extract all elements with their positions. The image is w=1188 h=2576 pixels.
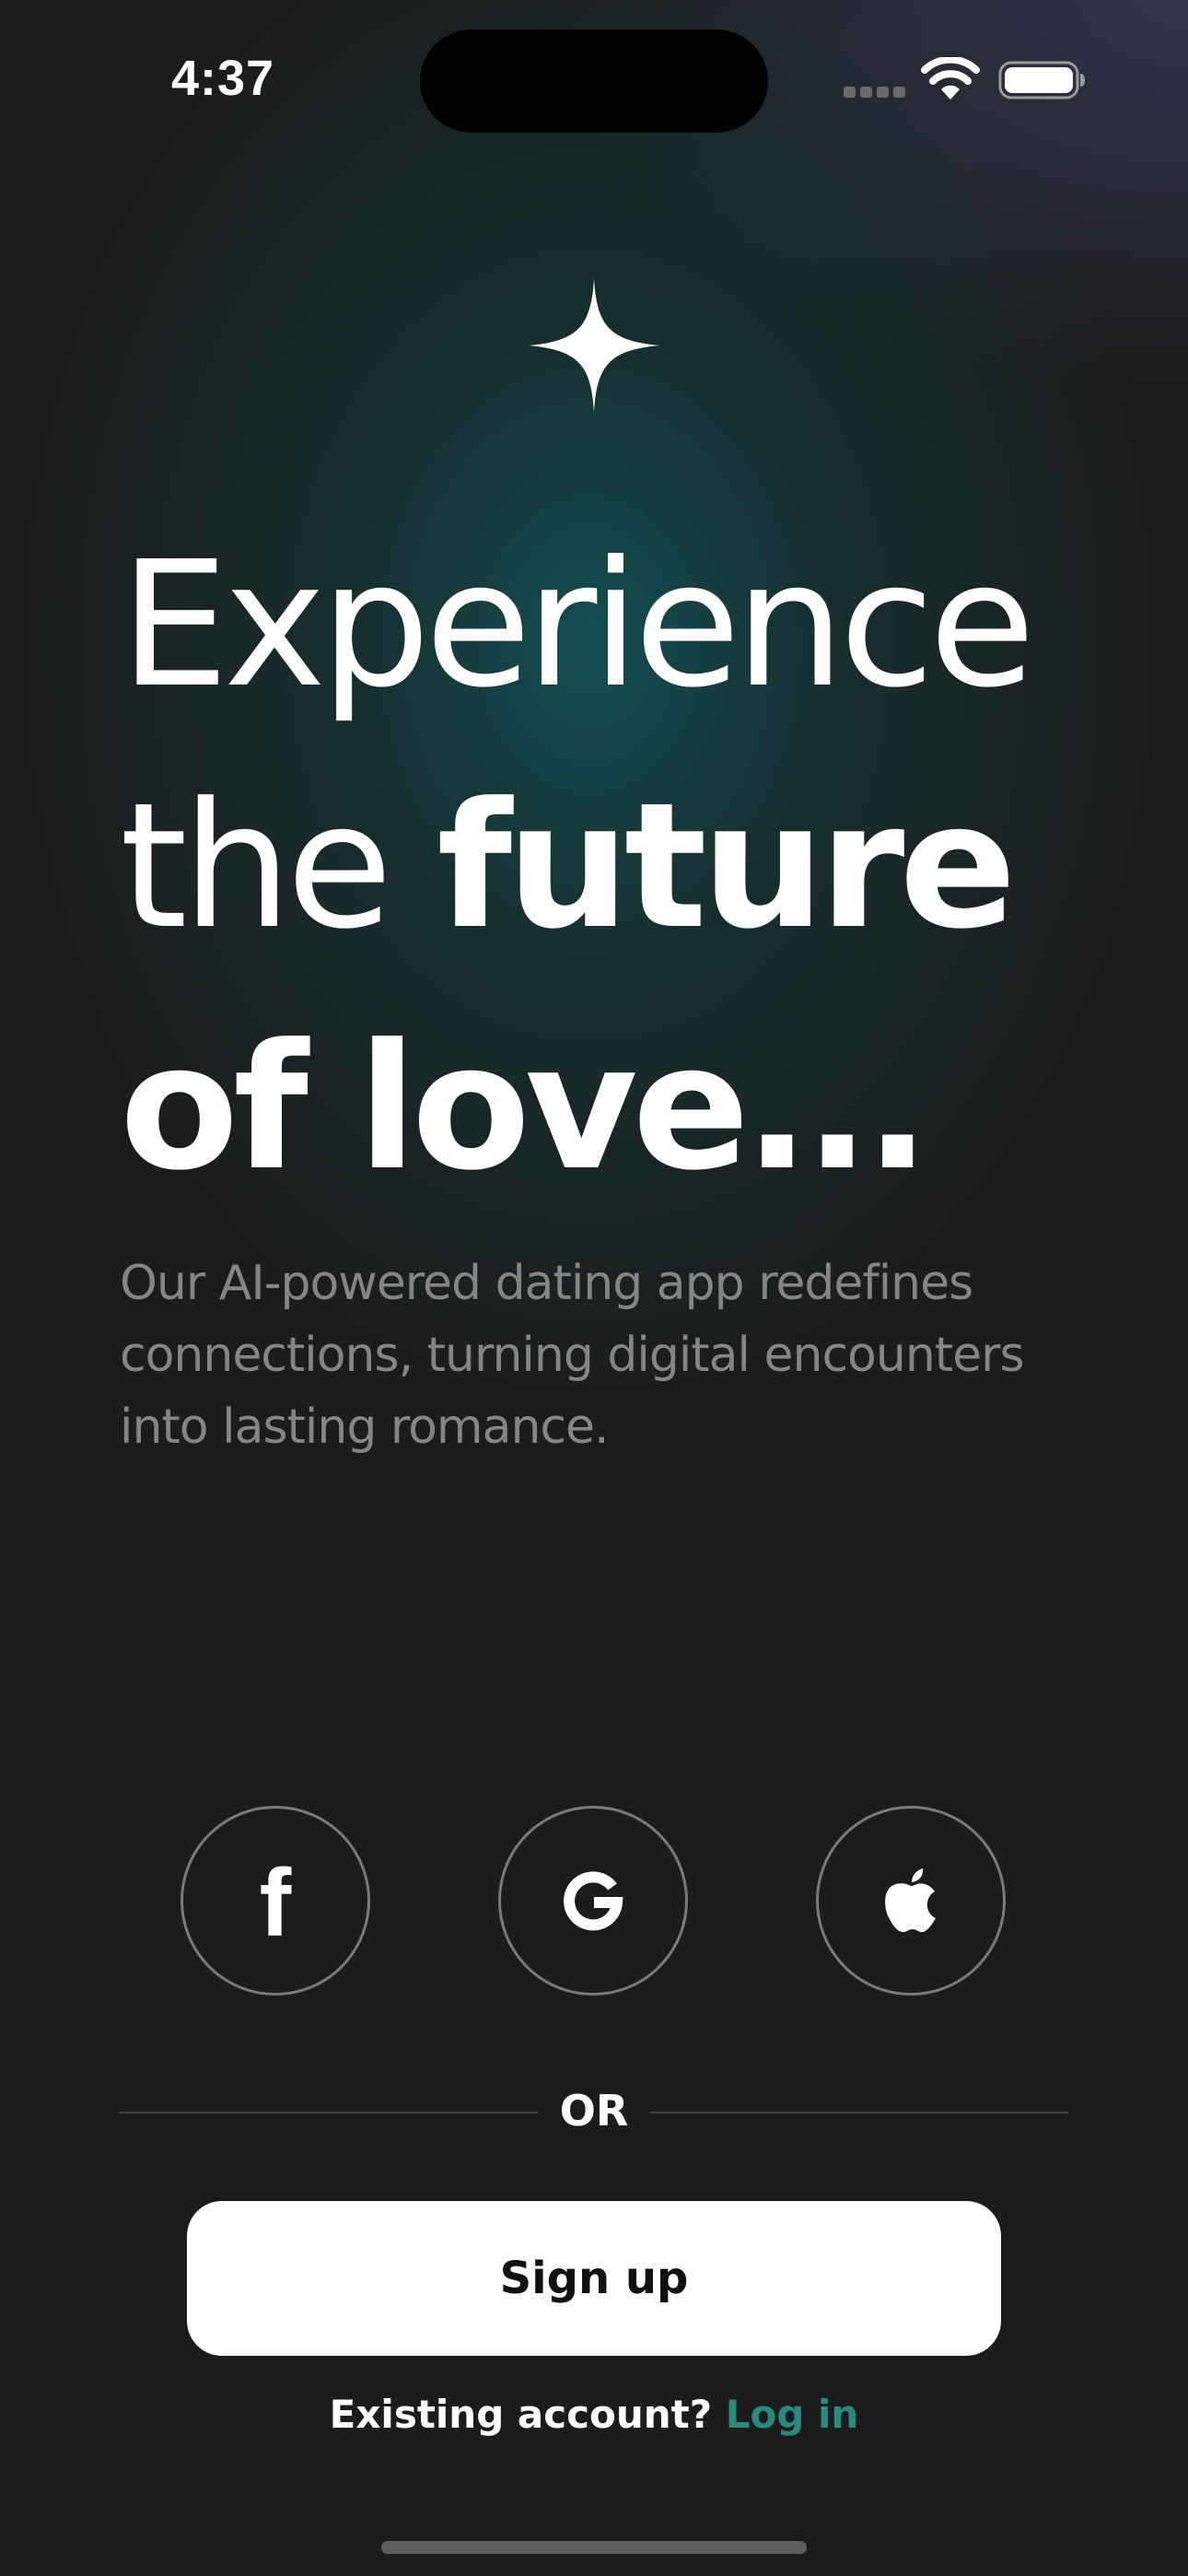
headline-line-3: of love... [120,1007,930,1209]
headline-line-2-bold: future [437,766,1017,967]
log-in-link[interactable]: Log in [726,2392,859,2437]
headline-line-2-light: the [120,766,437,967]
apple-icon [885,1868,936,1933]
battery-icon [998,61,1085,100]
wifi-icon [921,57,980,100]
status-time: 4:37 [171,51,275,106]
subtitle: Our AI-powered dating app redefines conn… [120,1256,1025,1455]
login-prompt: Existing account? Log in [0,2392,1188,2437]
divider-line-left [120,2112,538,2113]
headline-line-1: Experience [120,524,1035,726]
headline: Experience the future of love... [120,505,1133,1229]
sparkle-icon [529,278,659,413]
sign-up-label: Sign up [499,2253,689,2304]
apple-login-button[interactable] [816,1806,1006,1996]
divider-label: OR [559,2086,629,2136]
headline-line-2: the future [120,746,1133,988]
home-indicator[interactable] [381,2541,807,2554]
cellular-signal-icon [844,87,906,100]
google-icon [564,1871,623,1931]
google-login-button[interactable] [498,1806,688,1996]
welcome-screen: 4:37 Experience the future of love... Ou… [0,0,1188,2576]
divider-line-right [650,2112,1068,2113]
sign-up-button[interactable]: Sign up [187,2201,1001,2356]
facebook-login-button[interactable]: f [181,1806,370,1996]
facebook-icon: f [259,1850,292,1957]
existing-account-text: Existing account? [329,2392,726,2437]
dynamic-island [420,29,768,133]
